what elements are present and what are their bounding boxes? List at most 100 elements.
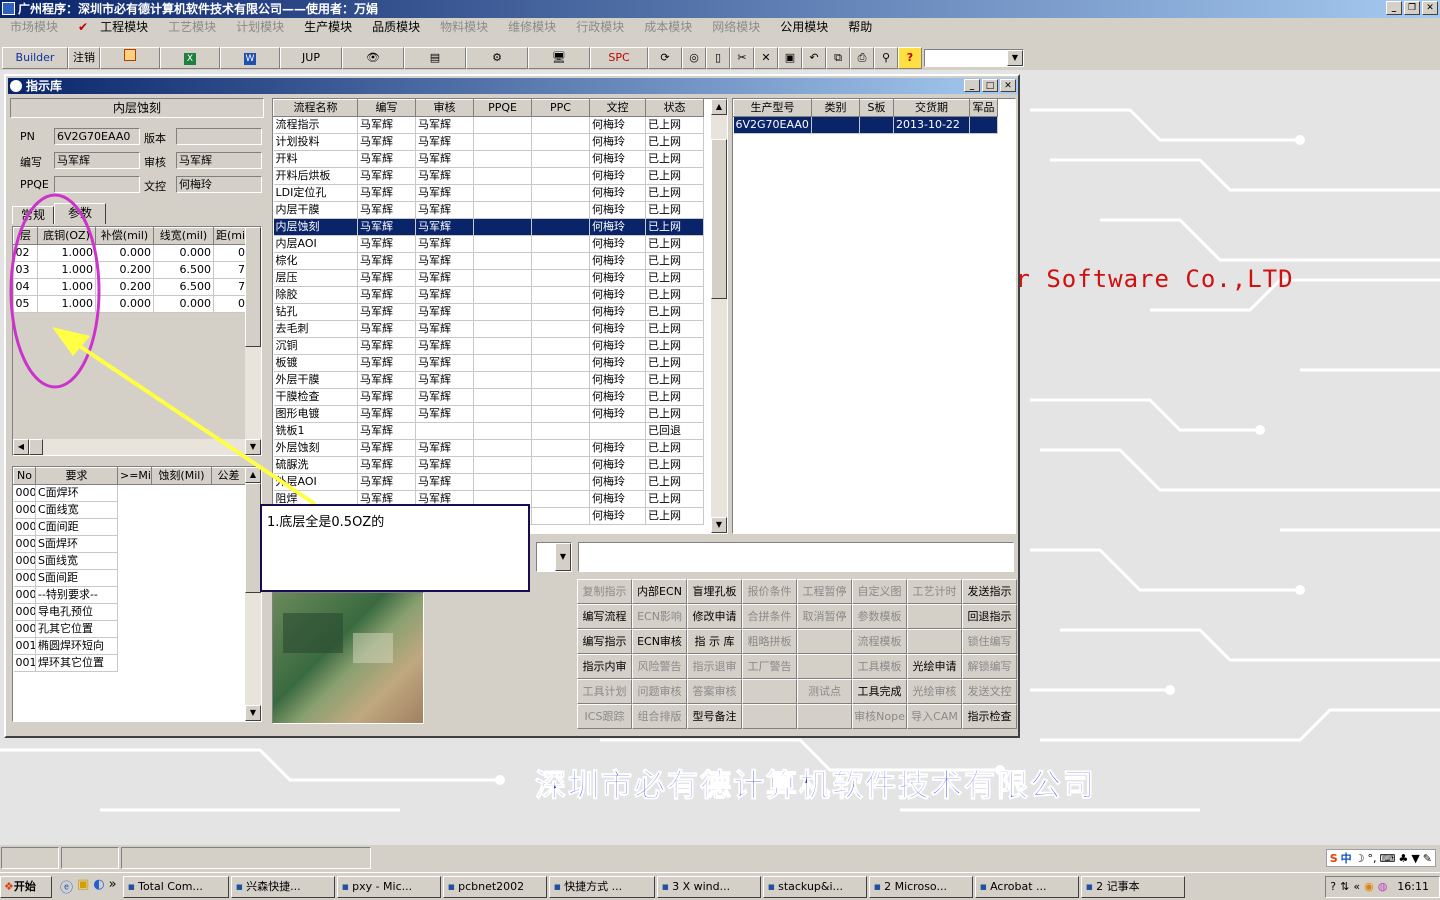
action-button-13[interactable]: 参数模板	[852, 604, 907, 629]
scroll-down-icon[interactable]: ▼	[245, 705, 261, 721]
menu-item-1[interactable]: ✔ 工程模块	[68, 18, 158, 37]
process-row[interactable]: 开料 马军辉 马军辉 何梅玲 已上网	[273, 150, 704, 168]
delete-icon[interactable]: ✕	[754, 47, 778, 69]
ime-toolbar[interactable]: S 中 ☽ °, ⌨ ♣ ▼ ✎	[1325, 849, 1436, 867]
ime-mode[interactable]: 中	[1341, 850, 1352, 866]
report-icon[interactable]	[100, 47, 160, 69]
menu-item-4[interactable]: 生产模块	[294, 18, 362, 37]
globe-icon[interactable]: ◎	[682, 47, 706, 69]
process-header-cell[interactable]: 文控	[589, 99, 646, 117]
action-button-36[interactable]: 测试点	[797, 679, 852, 704]
process-row[interactable]: 外层蚀刻 马军辉 马军辉 何梅玲 已上网	[273, 439, 704, 457]
action-button-21[interactable]: 流程模板	[852, 629, 907, 654]
action-button-41[interactable]: 组合排版	[632, 704, 687, 729]
process-scroll-thumb[interactable]	[711, 139, 727, 299]
requirement-header-cell[interactable]: >=Mil	[117, 467, 152, 485]
action-button-40[interactable]: ICS跟踪	[577, 704, 632, 729]
task-button-8[interactable]: ▪ Acrobat ...	[974, 875, 1079, 898]
process-header-cell[interactable]: 审核	[415, 99, 474, 117]
requirement-header-cell[interactable]: 要求	[35, 467, 118, 485]
process-combo[interactable]: ▼	[536, 542, 572, 572]
model-header-cell[interactable]: 类别	[811, 99, 860, 117]
requirement-row[interactable]: 000 导电孔预位	[13, 603, 246, 621]
chevron-left-icon[interactable]: «	[1353, 880, 1360, 893]
requirement-row[interactable]: 000 C面线宽	[13, 501, 246, 519]
model-header-cell[interactable]: 军品	[969, 99, 998, 117]
print-icon[interactable]: ⎙	[850, 47, 874, 69]
action-button-18[interactable]: 指 示 库	[687, 629, 742, 654]
action-button-14[interactable]	[907, 604, 962, 629]
save-icon[interactable]: ▣	[778, 47, 802, 69]
action-button-37[interactable]: 工具完成	[852, 679, 907, 704]
layer-header-cell[interactable]: 距(mi	[213, 227, 248, 245]
layer-grid-hscrollbar[interactable]: ◀	[13, 439, 245, 455]
process-row[interactable]: 内层蚀刻 马军辉 马军辉 何梅玲 已上网	[273, 218, 704, 236]
process-row[interactable]: 流程指示 马军辉 马军辉 何梅玲 已上网	[273, 116, 704, 134]
requirement-row[interactable]: 000 C面焊环	[13, 484, 246, 502]
action-button-17[interactable]: ECN审核	[632, 629, 687, 654]
review-field[interactable]: 马军辉	[176, 152, 262, 169]
action-button-11[interactable]: 合拼条件	[742, 604, 797, 629]
process-row[interactable]: 板镀 马军辉 马军辉 何梅玲 已上网	[273, 354, 704, 372]
action-button-1[interactable]: 内部ECN	[632, 579, 687, 604]
requirement-row[interactable]: 000 孔其它位置	[13, 620, 246, 638]
copy-icon[interactable]: ⧉	[826, 47, 850, 69]
process-row[interactable]: 铣板1 马军辉 已回退	[273, 422, 704, 440]
task-button-4[interactable]: ▪ 快捷方式 ...	[548, 875, 655, 898]
menu-item-8[interactable]: 行政模块	[566, 18, 634, 37]
undo-icon[interactable]: ↶	[802, 47, 826, 69]
writer-field[interactable]: 马军辉	[54, 152, 140, 169]
action-button-45[interactable]: 审核Nope	[852, 704, 907, 729]
requirement-header-cell[interactable]: 蚀刻(Mil)	[151, 467, 212, 485]
model-header-cell[interactable]: 生产型号	[733, 99, 812, 117]
action-button-0[interactable]: 复制指示	[577, 579, 632, 604]
layer-row[interactable]: 02 1.000 0.000 0.000 0	[13, 244, 248, 262]
action-button-29[interactable]: 工具模板	[852, 654, 907, 679]
action-button-10[interactable]: 修改申请	[687, 604, 742, 629]
tab-common[interactable]: 常规	[12, 206, 54, 224]
action-button-33[interactable]: 问题审核	[632, 679, 687, 704]
database-icon[interactable]: ▤	[404, 47, 466, 69]
process-header-cell[interactable]: 流程名称	[273, 99, 358, 117]
action-button-16[interactable]: 编写指示	[577, 629, 632, 654]
action-button-6[interactable]: 工艺计时	[907, 579, 962, 604]
action-button-42[interactable]: 型号备注	[687, 704, 742, 729]
menu-item-10[interactable]: 网络模块	[702, 18, 770, 37]
window-minimize-button[interactable]: _	[964, 79, 980, 92]
action-button-9[interactable]: ECN影响	[632, 604, 687, 629]
minimize-button[interactable]: _	[1386, 1, 1402, 15]
logout-button[interactable]: 注销	[68, 47, 100, 69]
action-button-27[interactable]: 工厂警告	[742, 654, 797, 679]
action-button-47[interactable]: 指示检查	[962, 704, 1017, 729]
process-row[interactable]: 棕化 马军辉 马军辉 何梅玲 已上网	[273, 252, 704, 270]
layer-grid-vscrollbar[interactable]: ▼	[245, 227, 261, 455]
process-row[interactable]: 层压 马军辉 马军辉 何梅玲 已上网	[273, 269, 704, 287]
process-row[interactable]: 图形电镀 马军辉 马军辉 何梅玲 已上网	[273, 405, 704, 423]
requirement-grid-vscrollbar[interactable]: ▲ ▼	[245, 467, 261, 721]
restore-button[interactable]: ❐	[1404, 1, 1420, 15]
scroll-up-icon[interactable]: ▲	[245, 467, 261, 483]
process-row[interactable]: 钻孔 马军辉 马军辉 何梅玲 已上网	[273, 303, 704, 321]
hscroll-thumb[interactable]	[29, 439, 43, 455]
process-row[interactable]: 计划投料 马军辉 马军辉 何梅玲 已上网	[273, 133, 704, 151]
requirement-row[interactable]: 000 S面线宽	[13, 552, 246, 570]
find-icon[interactable]: ⚲	[874, 47, 898, 69]
task-button-2[interactable]: ▪ pxy - Mic...	[336, 875, 441, 898]
layer-header-cell[interactable]: 层	[13, 227, 38, 245]
action-button-34[interactable]: 答案审核	[687, 679, 742, 704]
layer-header-cell[interactable]: 底铜(OZ)	[37, 227, 96, 245]
tray-app-icon[interactable]: ◉	[1364, 880, 1374, 893]
browser-icon[interactable]: ◐	[93, 877, 104, 896]
requirement-row[interactable]: 001 焊环其它位置	[13, 654, 246, 672]
eye-icon[interactable]: 👁	[342, 47, 404, 69]
process-header-cell[interactable]: 编写	[357, 99, 416, 117]
action-button-22[interactable]	[907, 629, 962, 654]
action-button-26[interactable]: 指示退审	[687, 654, 742, 679]
excel-icon[interactable]: X	[160, 47, 220, 69]
refresh-icon[interactable]: ⟳	[648, 47, 682, 69]
new-icon[interactable]: ▯	[706, 47, 730, 69]
jup-button[interactable]: JUP	[280, 47, 342, 69]
scroll-up-icon[interactable]: ▲	[711, 99, 727, 115]
layer-grid-scroll-thumb[interactable]	[245, 227, 261, 347]
process-row[interactable]: 硫脲洗 马军辉 马军辉 何梅玲 已上网	[273, 456, 704, 474]
